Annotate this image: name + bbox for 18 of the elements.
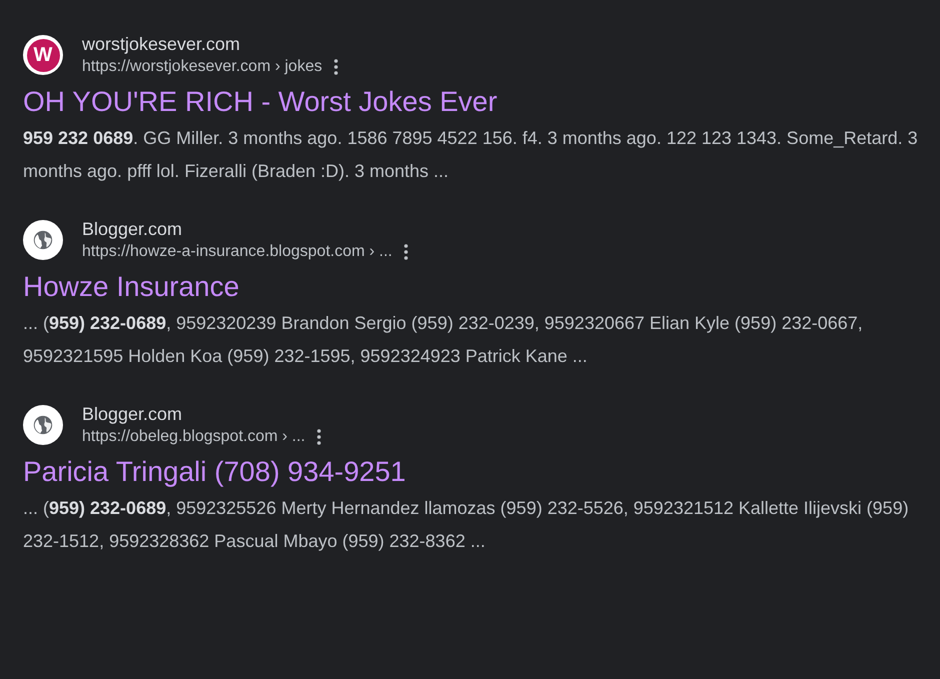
result-snippet: 959 232 0689. GG Miller. 3 months ago. 1586 7895 4522 156. f4. 3 months ago. 122 123 1343. Some_Retard. 3 months ago. pfff lol. Fizeralli (Braden :D). 3 months ... (23, 127, 918, 183)
result-title[interactable]: Paricia Tringali (708) 934-9251 (23, 454, 406, 490)
site-name: Blogger.com (82, 403, 184, 426)
site-logo-icon: W (23, 35, 63, 75)
site-name: Blogger.com (82, 218, 184, 241)
result-title[interactable]: OH YOU'RE RICH - Worst Jokes Ever (23, 84, 498, 120)
globe-icon (23, 405, 63, 445)
result-snippet: ... (959) 232-0689, 9592320239 Brandon Sergio (959) 232-0239, 9592320667 Elian Kyle (959) 232-0667, 9592321595 Holden Koa (959) 232-1595, 9592324923 Patrick Kane ... (23, 312, 864, 368)
globe-icon (23, 220, 63, 260)
more-options-icon[interactable] (334, 59, 338, 75)
result-url[interactable]: https://howze-a-insurance.blogspot.com › ... (82, 241, 392, 263)
result-url[interactable]: https://worstjokesever.com › jokes (82, 56, 322, 78)
result-title[interactable]: Howze Insurance (23, 269, 240, 305)
result-url[interactable]: https://obeleg.blogspot.com › ... (82, 426, 306, 448)
more-options-icon[interactable] (317, 429, 322, 445)
more-options-icon[interactable] (404, 244, 408, 260)
site-name: worstjokesever.com (82, 33, 242, 56)
result-snippet: ... (959) 232-0689, 9592325526 Merty Hernandez llamozas (959) 232-5526, 9592321512 Kallette Ilijevski (959) 232-1512, 9592328362 Pascual Mbayo (959) 232-8362 ... (23, 497, 910, 553)
